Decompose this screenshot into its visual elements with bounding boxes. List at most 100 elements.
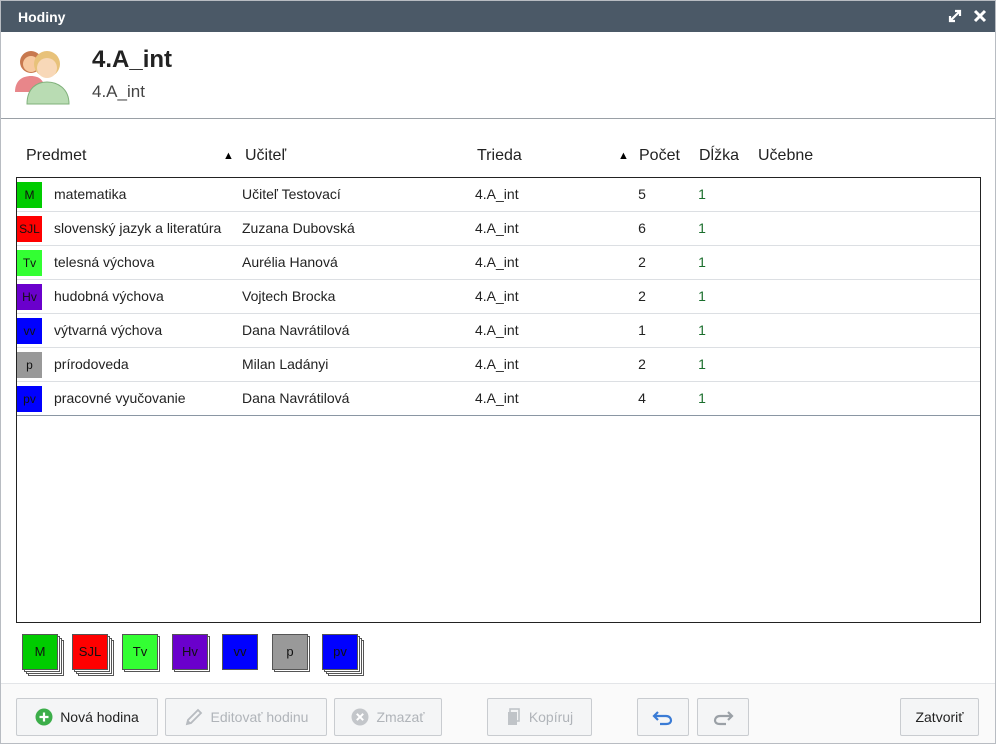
cell-subject: telesná výchova <box>54 254 155 270</box>
column-header-teacher[interactable]: Učiteľ <box>245 147 286 165</box>
lesson-card[interactable]: Tv <box>122 634 168 676</box>
table-row[interactable]: Tv telesná výchova Aurélia Hanová 4.A_in… <box>17 246 980 280</box>
edit-lesson-label: Editovať hodinu <box>210 709 309 725</box>
class-header: 4.A_int 4.A_int <box>1 32 995 119</box>
subject-color-swatch: Tv <box>17 250 42 276</box>
lesson-card-front: SJL <box>72 634 108 670</box>
lesson-card-front: M <box>22 634 58 670</box>
cell-class: 4.A_int <box>475 254 519 270</box>
dialog-footer: Nová hodina Editovať hodinu Zmazať Kopír… <box>1 683 995 743</box>
cell-length: 1 <box>698 254 706 270</box>
table-row[interactable]: SJL slovenský jazyk a literatúra Zuzana … <box>17 212 980 246</box>
lesson-card[interactable]: vv <box>222 634 268 676</box>
cell-subject: výtvarná výchova <box>54 322 163 338</box>
sort-arrow-icon: ▲ <box>618 150 629 162</box>
column-header-subject[interactable]: Predmet <box>26 147 86 165</box>
cell-subject: slovenský jazyk a literatúra <box>54 220 222 236</box>
table-row[interactable]: vv výtvarná výchova Dana Navrátilová 4.A… <box>17 314 980 348</box>
cell-count: 2 <box>638 254 646 270</box>
cell-teacher: Dana Navrátilová <box>242 390 350 406</box>
lesson-card[interactable]: pv <box>322 634 368 676</box>
table-row[interactable]: Hv hudobná výchova Vojtech Brocka 4.A_in… <box>17 280 980 314</box>
cell-class: 4.A_int <box>475 186 519 202</box>
cell-class: 4.A_int <box>475 322 519 338</box>
cell-length: 1 <box>698 288 706 304</box>
table-row[interactable]: pv pracovné vyučovanie Dana Navrátilová … <box>17 382 980 416</box>
maximize-icon[interactable] <box>946 7 964 25</box>
subject-color-swatch: Hv <box>17 284 42 310</box>
cell-length: 1 <box>698 220 706 236</box>
lessons-table: M matematika Učiteľ Testovací 4.A_int 5 … <box>16 177 981 623</box>
window-title: Hodiny <box>18 9 66 25</box>
subject-color-swatch: p <box>17 352 42 378</box>
cell-teacher: Učiteľ Testovací <box>242 186 341 202</box>
copy-button[interactable]: Kopíruj <box>487 698 592 736</box>
undo-icon <box>652 711 673 726</box>
lesson-card-front: p <box>272 634 308 670</box>
lesson-card[interactable]: p <box>272 634 318 676</box>
cell-count: 2 <box>638 356 646 372</box>
copy-label: Kopíruj <box>528 709 574 725</box>
lessons-dialog: Hodiny 4.A_int 4.A_int Predmet ▲ Učiteľ … <box>0 0 996 744</box>
redo-button[interactable] <box>697 698 749 736</box>
lesson-card[interactable]: Hv <box>172 634 218 676</box>
cell-teacher: Vojtech Brocka <box>242 288 336 304</box>
column-header-class[interactable]: Trieda <box>477 147 522 165</box>
cell-length: 1 <box>698 322 706 338</box>
cell-teacher: Milan Ladányi <box>242 356 329 372</box>
users-avatar-icon <box>13 44 73 106</box>
cell-count: 6 <box>638 220 646 236</box>
cell-subject: prírodoveda <box>54 356 129 372</box>
lesson-cards-strip: M SJL Tv Hv vv p pv <box>22 634 422 678</box>
lesson-card-front: Hv <box>172 634 208 670</box>
column-header-count[interactable]: Počet <box>639 147 680 165</box>
cell-count: 5 <box>638 186 646 202</box>
page-subtitle: 4.A_int <box>92 82 145 101</box>
lesson-card-front: Tv <box>122 634 158 670</box>
x-circle-icon <box>351 708 369 726</box>
cell-class: 4.A_int <box>475 220 519 236</box>
cell-class: 4.A_int <box>475 356 519 372</box>
cell-class: 4.A_int <box>475 390 519 406</box>
redo-icon <box>713 711 734 726</box>
cell-teacher: Zuzana Dubovská <box>242 220 355 236</box>
lesson-card-front: pv <box>322 634 358 670</box>
cell-teacher: Dana Navrátilová <box>242 322 350 338</box>
undo-button[interactable] <box>637 698 689 736</box>
delete-button[interactable]: Zmazať <box>334 698 442 736</box>
lesson-card-front: vv <box>222 634 258 670</box>
column-header-length[interactable]: Dĺžka <box>699 147 739 165</box>
edit-lesson-button[interactable]: Editovať hodinu <box>165 698 327 736</box>
cell-count: 2 <box>638 288 646 304</box>
subject-color-swatch: vv <box>17 318 42 344</box>
delete-label: Zmazať <box>376 709 425 725</box>
sort-arrow-icon: ▲ <box>223 150 234 162</box>
new-lesson-label: Nová hodina <box>60 709 139 725</box>
column-header-rooms[interactable]: Učebne <box>758 147 813 165</box>
close-button[interactable]: Zatvoriť <box>900 698 979 736</box>
cell-subject: pracovné vyučovanie <box>54 390 186 406</box>
subject-color-swatch: SJL <box>17 216 42 242</box>
lesson-card[interactable]: SJL <box>72 634 118 676</box>
pencil-icon <box>185 708 202 726</box>
cell-count: 1 <box>638 322 646 338</box>
copy-icon <box>507 708 520 725</box>
lesson-card[interactable]: M <box>22 634 68 676</box>
cell-class: 4.A_int <box>475 288 519 304</box>
cell-subject: hudobná výchova <box>54 288 164 304</box>
cell-length: 1 <box>698 390 706 406</box>
cell-subject: matematika <box>54 186 127 202</box>
subject-color-swatch: M <box>17 182 42 208</box>
title-bar: Hodiny <box>1 1 995 32</box>
plus-circle-icon <box>35 708 53 726</box>
close-label: Zatvoriť <box>915 709 964 725</box>
close-icon[interactable] <box>971 7 989 25</box>
subject-color-swatch: pv <box>17 386 42 412</box>
table-row[interactable]: p prírodoveda Milan Ladányi 4.A_int 2 1 <box>17 348 980 382</box>
cell-teacher: Aurélia Hanová <box>242 254 338 270</box>
cell-length: 1 <box>698 186 706 202</box>
cell-count: 4 <box>638 390 646 406</box>
page-title: 4.A_int <box>92 46 173 73</box>
table-row[interactable]: M matematika Učiteľ Testovací 4.A_int 5 … <box>17 178 980 212</box>
new-lesson-button[interactable]: Nová hodina <box>16 698 158 736</box>
